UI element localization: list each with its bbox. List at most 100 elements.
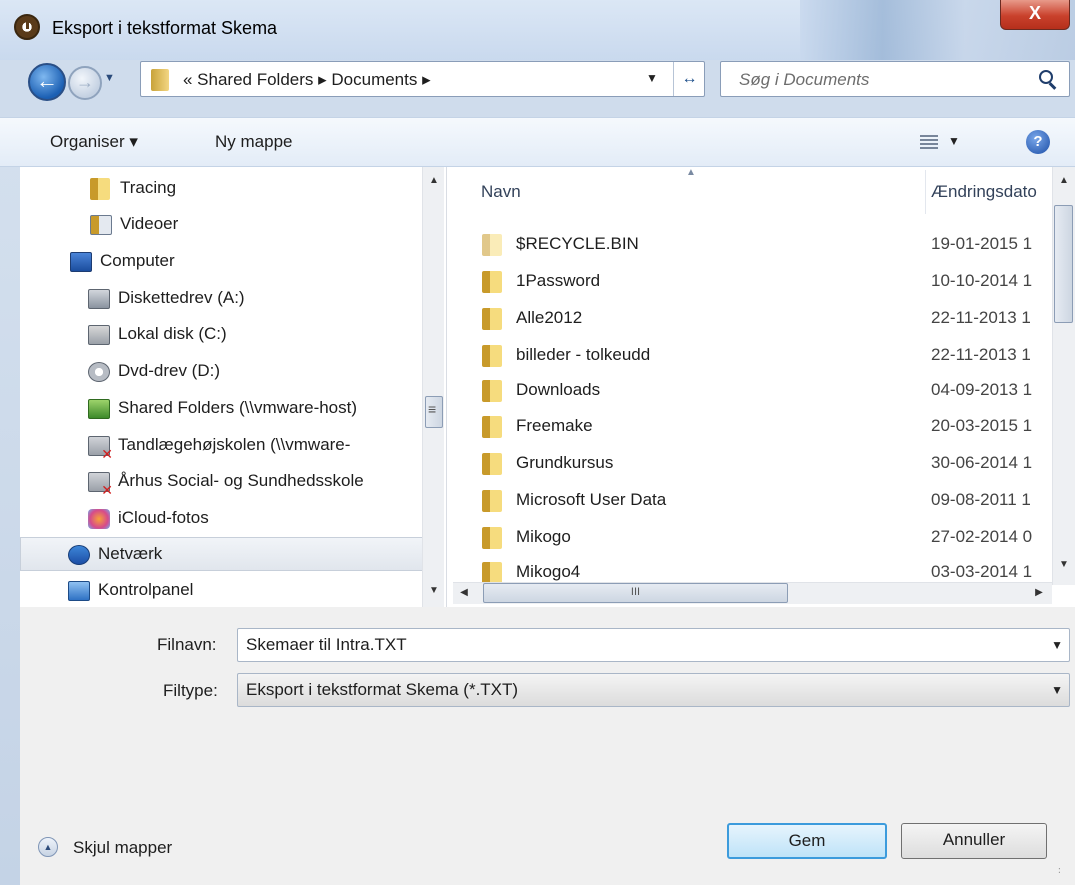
file-name: billeder - tolkeudd [516,345,651,364]
filetype-dropdown-icon[interactable]: ▼ [1051,674,1063,706]
file-row[interactable]: Mikogo [482,518,571,555]
computer-icon [70,251,92,272]
file-row[interactable]: $RECYCLE.BIN [482,225,639,262]
collapse-icon[interactable]: ▲ [38,837,58,857]
horizontal-scroll-thumb[interactable]: III [483,583,788,603]
file-list-scroll-thumb[interactable] [1054,205,1073,323]
navigation-scrollbar[interactable]: ▲ ▼ [422,167,444,607]
sort-ascending-icon: ▲ [686,167,696,178]
column-divider[interactable] [925,170,926,214]
view-options-icon[interactable] [920,135,938,149]
organise-menu[interactable]: Organiser ▾ [50,132,138,152]
resize-grip-icon[interactable]: ∶ [1058,866,1061,877]
tree-item-tandlaege[interactable]: Tandlægehøjskolen (\\vmware- [88,428,418,462]
folder-icon [482,344,502,367]
file-date: 30-06-2014 1 [931,453,1033,472]
filetype-value[interactable]: Eksport i tekstformat Skema (*.TXT) [246,680,518,699]
refresh-icon[interactable]: ↔ [673,62,705,96]
toolbar: Organiser ▾ Ny mappe ▼ ? [0,117,1075,167]
scroll-down-icon[interactable]: ▼ [423,585,445,596]
file-name: Microsoft User Data [516,490,667,509]
tree-item-label: Tandlægehøjskolen (\\vmware- [118,435,351,454]
disconnected-drive-icon [88,471,113,497]
file-name: Downloads [516,380,601,399]
filetype-label: Filtype: [163,681,218,700]
file-date: 10-10-2014 1 [931,271,1033,290]
folder-icon [482,561,502,582]
help-icon[interactable]: ? [1026,130,1050,154]
tree-item-computer[interactable]: Computer [70,244,175,278]
tree-item-kontrolpanel[interactable]: Kontrolpanel [68,573,193,607]
scroll-up-icon[interactable]: ▲ [423,175,445,186]
save-button[interactable]: Gem [727,823,887,859]
tree-item-label: Shared Folders (\\vmware-host) [118,398,358,417]
tree-item-label: Computer [100,251,175,270]
video-folder-icon [90,214,112,235]
filetype-select[interactable]: Eksport i tekstformat Skema (*.TXT) ▼ [237,673,1070,707]
floppy-drive-icon [88,288,110,309]
file-row[interactable]: 1Password [482,262,600,299]
breadcrumb[interactable]: « Shared Folders ▸ Documents ▸ [183,70,431,90]
file-name: Mikogo [516,527,571,546]
network-icon [68,544,90,565]
tree-item-local-disk[interactable]: Lokal disk (C:) [88,317,227,351]
new-folder-button[interactable]: Ny mappe [215,132,292,152]
hide-folders-button[interactable]: Skjul mapper [73,838,172,858]
search-icon[interactable] [1039,70,1053,84]
tree-item-label: Lokal disk (C:) [118,324,227,343]
close-button[interactable]: X [1000,0,1070,30]
folder-icon [482,452,502,475]
file-row[interactable]: Downloads [482,371,600,408]
file-row[interactable]: Freemake [482,407,593,444]
column-header-name[interactable]: Navn [481,182,521,202]
file-row[interactable]: Grundkursus [482,444,613,481]
cancel-button[interactable]: Annuller [901,823,1047,859]
folder-icon [482,526,502,549]
folder-icon [482,415,502,438]
forward-button[interactable]: → [68,66,102,100]
tree-item-netvaerk[interactable]: Netværk [68,537,162,571]
file-row[interactable]: Mikogo4 [482,553,580,582]
filename-field[interactable]: Skemaer til Intra.TXT ▼ [237,628,1070,662]
scroll-left-icon[interactable]: ◀ [453,587,475,598]
tree-item-floppy[interactable]: Diskettedrev (A:) [88,281,245,315]
column-header-date[interactable]: Ændringsdato [931,182,1041,202]
dvd-drive-icon [88,361,110,382]
tree-item-icloud[interactable]: iCloud-fotos [88,501,209,535]
back-button[interactable]: ← [28,63,66,101]
navigation-scroll-thumb[interactable] [425,396,443,428]
file-name: Mikogo4 [516,562,581,581]
file-name: $RECYCLE.BIN [516,234,639,253]
recent-locations-dropdown[interactable]: ▼ [104,72,115,84]
tree-item-label: Dvd-drev (D:) [118,361,221,380]
file-row[interactable]: Microsoft User Data [482,481,666,518]
tree-item-label: Netværk [98,544,163,563]
tree-item-label: Tracing [120,178,177,197]
navigation-pane[interactable]: Tracing Videoer Computer Diskettedrev (A… [20,167,447,607]
tree-item-videoer[interactable]: Videoer [90,207,178,241]
file-row[interactable]: Alle2012 [482,299,582,336]
file-date: 09-08-2011 1 [931,490,1031,509]
clock-app-icon [14,14,40,40]
scroll-right-icon[interactable]: ▶ [1028,587,1050,598]
tree-item-label: Århus Social- og Sundhedsskole [118,471,364,490]
search-input[interactable]: Søg i Documents [720,61,1070,97]
folder-icon [482,233,502,256]
scroll-down-icon[interactable]: ▼ [1053,559,1075,570]
tree-item-dvd[interactable]: Dvd-drev (D:) [88,354,220,388]
view-dropdown-icon[interactable]: ▼ [948,134,960,148]
file-name: Freemake [516,416,593,435]
network-drive-icon [88,398,110,419]
window-left-edge [0,117,20,885]
filename-dropdown-icon[interactable]: ▼ [1051,629,1063,661]
tree-item-tracing[interactable]: Tracing [90,171,176,205]
file-row[interactable]: billeder - tolkeudd [482,336,650,373]
window-title: Eksport i tekstformat Skema [52,18,278,38]
address-dropdown-icon[interactable]: ▼ [646,71,658,85]
scroll-up-icon[interactable]: ▲ [1053,175,1075,186]
address-bar[interactable]: « Shared Folders ▸ Documents ▸ ▼ ↔ [140,61,705,97]
tree-item-shared-folders[interactable]: Shared Folders (\\vmware-host) [88,391,357,425]
filename-value[interactable]: Skemaer til Intra.TXT [246,635,407,654]
tree-item-aarhus[interactable]: Århus Social- og Sundhedsskole [88,464,418,498]
icloud-photos-icon [88,508,110,529]
